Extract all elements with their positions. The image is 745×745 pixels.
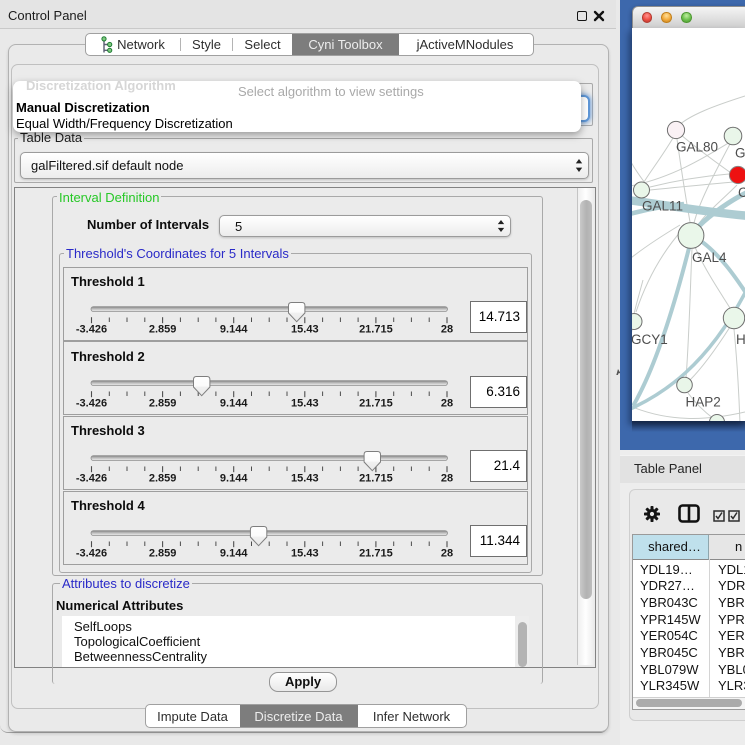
svg-text:28: 28 [441, 547, 453, 559]
svg-text:H: H [736, 332, 745, 347]
svg-text:-3.426: -3.426 [76, 472, 107, 484]
svg-text:2.859: 2.859 [149, 547, 177, 559]
svg-text:28: 28 [441, 472, 453, 484]
svg-text:9.144: 9.144 [220, 398, 248, 410]
svg-text:-3.426: -3.426 [76, 547, 107, 559]
svg-text:GAL80: GAL80 [676, 140, 718, 155]
svg-text:15.43: 15.43 [291, 398, 319, 410]
svg-text:21.715: 21.715 [359, 472, 393, 484]
svg-text:9.144: 9.144 [220, 472, 248, 484]
svg-text:GAL11: GAL11 [642, 199, 683, 214]
svg-text:GAL4: GAL4 [692, 250, 727, 265]
svg-text:C: C [738, 185, 745, 200]
svg-text:21.715: 21.715 [359, 547, 393, 559]
svg-text:15.43: 15.43 [291, 472, 319, 484]
svg-text:2.859: 2.859 [149, 323, 177, 335]
svg-text:21.715: 21.715 [359, 398, 393, 410]
svg-text:15.43: 15.43 [291, 547, 319, 559]
svg-text:G.: G. [735, 146, 745, 161]
svg-text:9.144: 9.144 [220, 323, 248, 335]
svg-text:-3.426: -3.426 [76, 323, 107, 335]
svg-text:-3.426: -3.426 [76, 398, 107, 410]
svg-text:2.859: 2.859 [149, 472, 177, 484]
svg-text:2.859: 2.859 [149, 398, 177, 410]
svg-text:28: 28 [441, 323, 453, 335]
svg-text:28: 28 [441, 398, 453, 410]
svg-text:9.144: 9.144 [220, 547, 248, 559]
svg-text:GCY1: GCY1 [632, 332, 668, 347]
svg-text:15.43: 15.43 [291, 323, 319, 335]
svg-text:HAP2: HAP2 [686, 395, 721, 410]
svg-text:21.715: 21.715 [359, 323, 393, 335]
